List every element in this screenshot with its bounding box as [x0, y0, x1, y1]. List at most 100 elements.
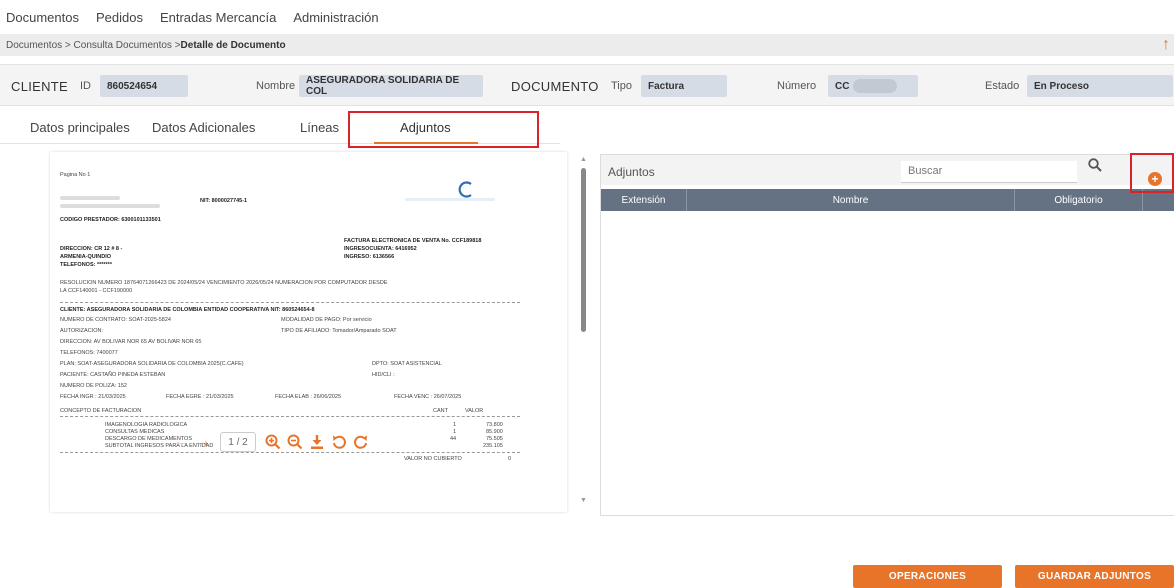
- plan-text: PLAN: SOAT-ASEGURADORA SOLIDARIA DE COLO…: [60, 361, 244, 367]
- direccion-text: DIRECCION: CR 12 # 8 -: [60, 246, 123, 252]
- direccion-cliente-text: DIRECCION: AV BOLIVAR NOR 65 AV BOLIVAR …: [60, 339, 202, 345]
- fecha-egre-text: FECHA EGRE : 21/03/2025: [166, 394, 234, 400]
- search-input[interactable]: Buscar: [901, 161, 1077, 183]
- tipo-field[interactable]: Factura: [641, 75, 727, 97]
- adjuntos-header: Adjuntos Buscar: [601, 155, 1174, 185]
- line-valor: 235.105: [483, 443, 503, 449]
- autorizacion-text: AUTORIZACION:: [60, 328, 103, 334]
- highlight-adjuntos-tab: [348, 111, 539, 148]
- line-valor: 85.900: [486, 429, 503, 435]
- operaciones-button[interactable]: OPERACIONES: [853, 565, 1002, 588]
- line-cant: 1: [453, 422, 457, 428]
- redacted-text: [60, 204, 160, 208]
- column-nombre[interactable]: Nombre: [687, 189, 1015, 211]
- nombre-label: Nombre: [256, 80, 296, 92]
- valor-header: VALOR: [465, 408, 484, 414]
- nav-pedidos[interactable]: Pedidos: [96, 10, 143, 25]
- fecha-ingr-text: FECHA INGR : 21/03/2025: [60, 394, 126, 400]
- ciudad-text: ARMENIA-QUINDIO: [60, 254, 112, 260]
- highlight-add-button: [1130, 153, 1174, 193]
- fecha-elab-text: FECHA ELAB : 26/06/2025: [275, 394, 342, 400]
- scroll-up-icon[interactable]: ▲: [580, 156, 587, 163]
- line-concepto: CONSULTAS MEDICAS: [105, 429, 165, 435]
- nit-text: NIT: 8000027745-1: [200, 198, 248, 204]
- rotate-right-icon[interactable]: [350, 431, 372, 453]
- line-valor: 75.505: [486, 436, 503, 442]
- fecha-venc-text: FECHA VENC : 26/07/2025: [394, 394, 462, 400]
- poliza-text: NUMERO DE POLIZA: 152: [60, 383, 127, 389]
- line-concepto: IMAGENOLOGIA RADIOLOGICA: [105, 422, 188, 428]
- download-icon[interactable]: [306, 431, 328, 453]
- nombre-field[interactable]: ASEGURADORA SOLIDARIA DE COL: [299, 75, 483, 97]
- id-label: ID: [80, 80, 91, 92]
- tab-datos-principales[interactable]: Datos principales: [30, 120, 130, 135]
- numero-redacted: [853, 79, 898, 93]
- contrato-text: NUMERO DE CONTRATO: SOAT-2025-5824: [60, 317, 171, 323]
- numero-field[interactable]: CC: [828, 75, 918, 97]
- numero-label: Número: [777, 80, 817, 92]
- guardar-adjuntos-button[interactable]: GUARDAR ADJUNTOS: [1015, 565, 1174, 588]
- search-icon[interactable]: [1088, 158, 1102, 176]
- ingreso-text: INGRESO: 6136566: [344, 254, 395, 260]
- cliente-label: CLIENTE: [11, 78, 69, 94]
- dpto-text: DPTO: SOAT ASISTENCIAL: [372, 361, 442, 367]
- valor-no-cubierto-label: VALOR NO CUBIERTO: [404, 456, 462, 462]
- breadcrumb: Documentos > Consulta Documentos > Detal…: [0, 34, 1174, 56]
- document-header: CLIENTE ID 860524654 Nombre ASEGURADORA …: [0, 64, 1174, 106]
- document-viewer: Pagina No 1 NIT: 8000027745-1 CODIGO PRE…: [20, 152, 576, 566]
- valor-no-cubierto-value: 0: [508, 456, 512, 462]
- viewer-toolbar: ← → 1 / 2: [170, 430, 372, 454]
- paciente-text: PACIENTE: CASTAÑO PINEDA ESTEBAN: [60, 372, 166, 378]
- numero-value: CC: [835, 80, 850, 92]
- cant-header: CANT: [433, 408, 448, 414]
- page-number-input[interactable]: 1 / 2: [220, 432, 256, 452]
- zoom-out-icon[interactable]: [284, 431, 306, 453]
- estado-label: Estado: [985, 80, 1020, 92]
- line-cant: 1: [453, 429, 457, 435]
- redacted-text: [60, 196, 120, 200]
- arrow-left-icon[interactable]: ←: [170, 431, 192, 453]
- tab-datos-adicionales[interactable]: Datos Adicionales: [152, 120, 255, 135]
- ingreso-cuenta-text: INGRESOCUENTA: 6416952: [344, 246, 417, 252]
- hid-text: HID/CLI :: [372, 372, 395, 378]
- documento-label: DOCUMENTO: [511, 78, 599, 94]
- adjuntos-title: Adjuntos: [608, 165, 655, 179]
- line-cant: 44: [450, 436, 457, 442]
- adjuntos-table-header: Extensión Nombre Obligatorio: [601, 189, 1174, 211]
- modalidad-text: MODALIDAD DE PAGO: Por servicio: [281, 317, 372, 323]
- rango-text: LA CCF140001 - CCF190000: [60, 288, 133, 294]
- telefono-text: TELEFONOS: *******: [60, 262, 112, 268]
- company-logo: [458, 181, 472, 198]
- divider: [60, 302, 520, 303]
- concepto-header: CONCEPTO DE FACTURACION: [60, 408, 142, 414]
- adjuntos-panel: Adjuntos Buscar + Extensión Nombre Oblig…: [600, 154, 1174, 516]
- top-navigation: Documentos Pedidos Entradas Mercancía Ad…: [0, 0, 1174, 34]
- zoom-in-icon[interactable]: [262, 431, 284, 453]
- page-number-text: Pagina No 1: [60, 172, 91, 178]
- scroll-down-icon[interactable]: ▼: [580, 497, 587, 504]
- tab-lineas[interactable]: Líneas: [300, 120, 339, 135]
- logo-text: [405, 198, 495, 201]
- estado-field[interactable]: En Proceso: [1027, 75, 1173, 97]
- breadcrumb-trail[interactable]: Documentos > Consulta Documentos >: [6, 40, 181, 51]
- codigo-prestador-text: CODIGO PRESTADOR: 6300101133501: [60, 217, 161, 223]
- nav-documentos[interactable]: Documentos: [6, 10, 79, 25]
- nav-entradas-mercancia[interactable]: Entradas Mercancía: [160, 10, 276, 25]
- column-extension[interactable]: Extensión: [601, 189, 687, 211]
- arrow-up-icon[interactable]: ↑: [1162, 36, 1170, 54]
- factura-text: FACTURA ELECTRONICA DE VENTA No. CCF1898…: [344, 238, 482, 244]
- line-valor: 73.800: [486, 422, 503, 428]
- nav-administracion[interactable]: Administración: [293, 10, 378, 25]
- viewer-scrollbar-thumb[interactable]: [581, 168, 586, 332]
- id-field[interactable]: 860524654: [100, 75, 188, 97]
- rotate-left-icon[interactable]: [328, 431, 350, 453]
- resolucion-text: RESOLUCION NUMERO 18764071266423 DE 2024…: [60, 280, 388, 286]
- tipo-label: Tipo: [611, 80, 632, 92]
- arrow-right-icon[interactable]: →: [192, 431, 214, 453]
- column-obligatorio[interactable]: Obligatorio: [1015, 189, 1143, 211]
- telefonos-cliente-text: TELEFONOS: 7400077: [60, 350, 118, 356]
- breadcrumb-current: Detalle de Documento: [180, 39, 286, 51]
- divider: [60, 416, 520, 417]
- cliente-text: CLIENTE: ASEGURADORA SOLIDARIA DE COLOMB…: [60, 307, 315, 313]
- tipo-afiliado-text: TIPO DE AFILIADO: Tomador/Amparado SOAT: [281, 328, 397, 334]
